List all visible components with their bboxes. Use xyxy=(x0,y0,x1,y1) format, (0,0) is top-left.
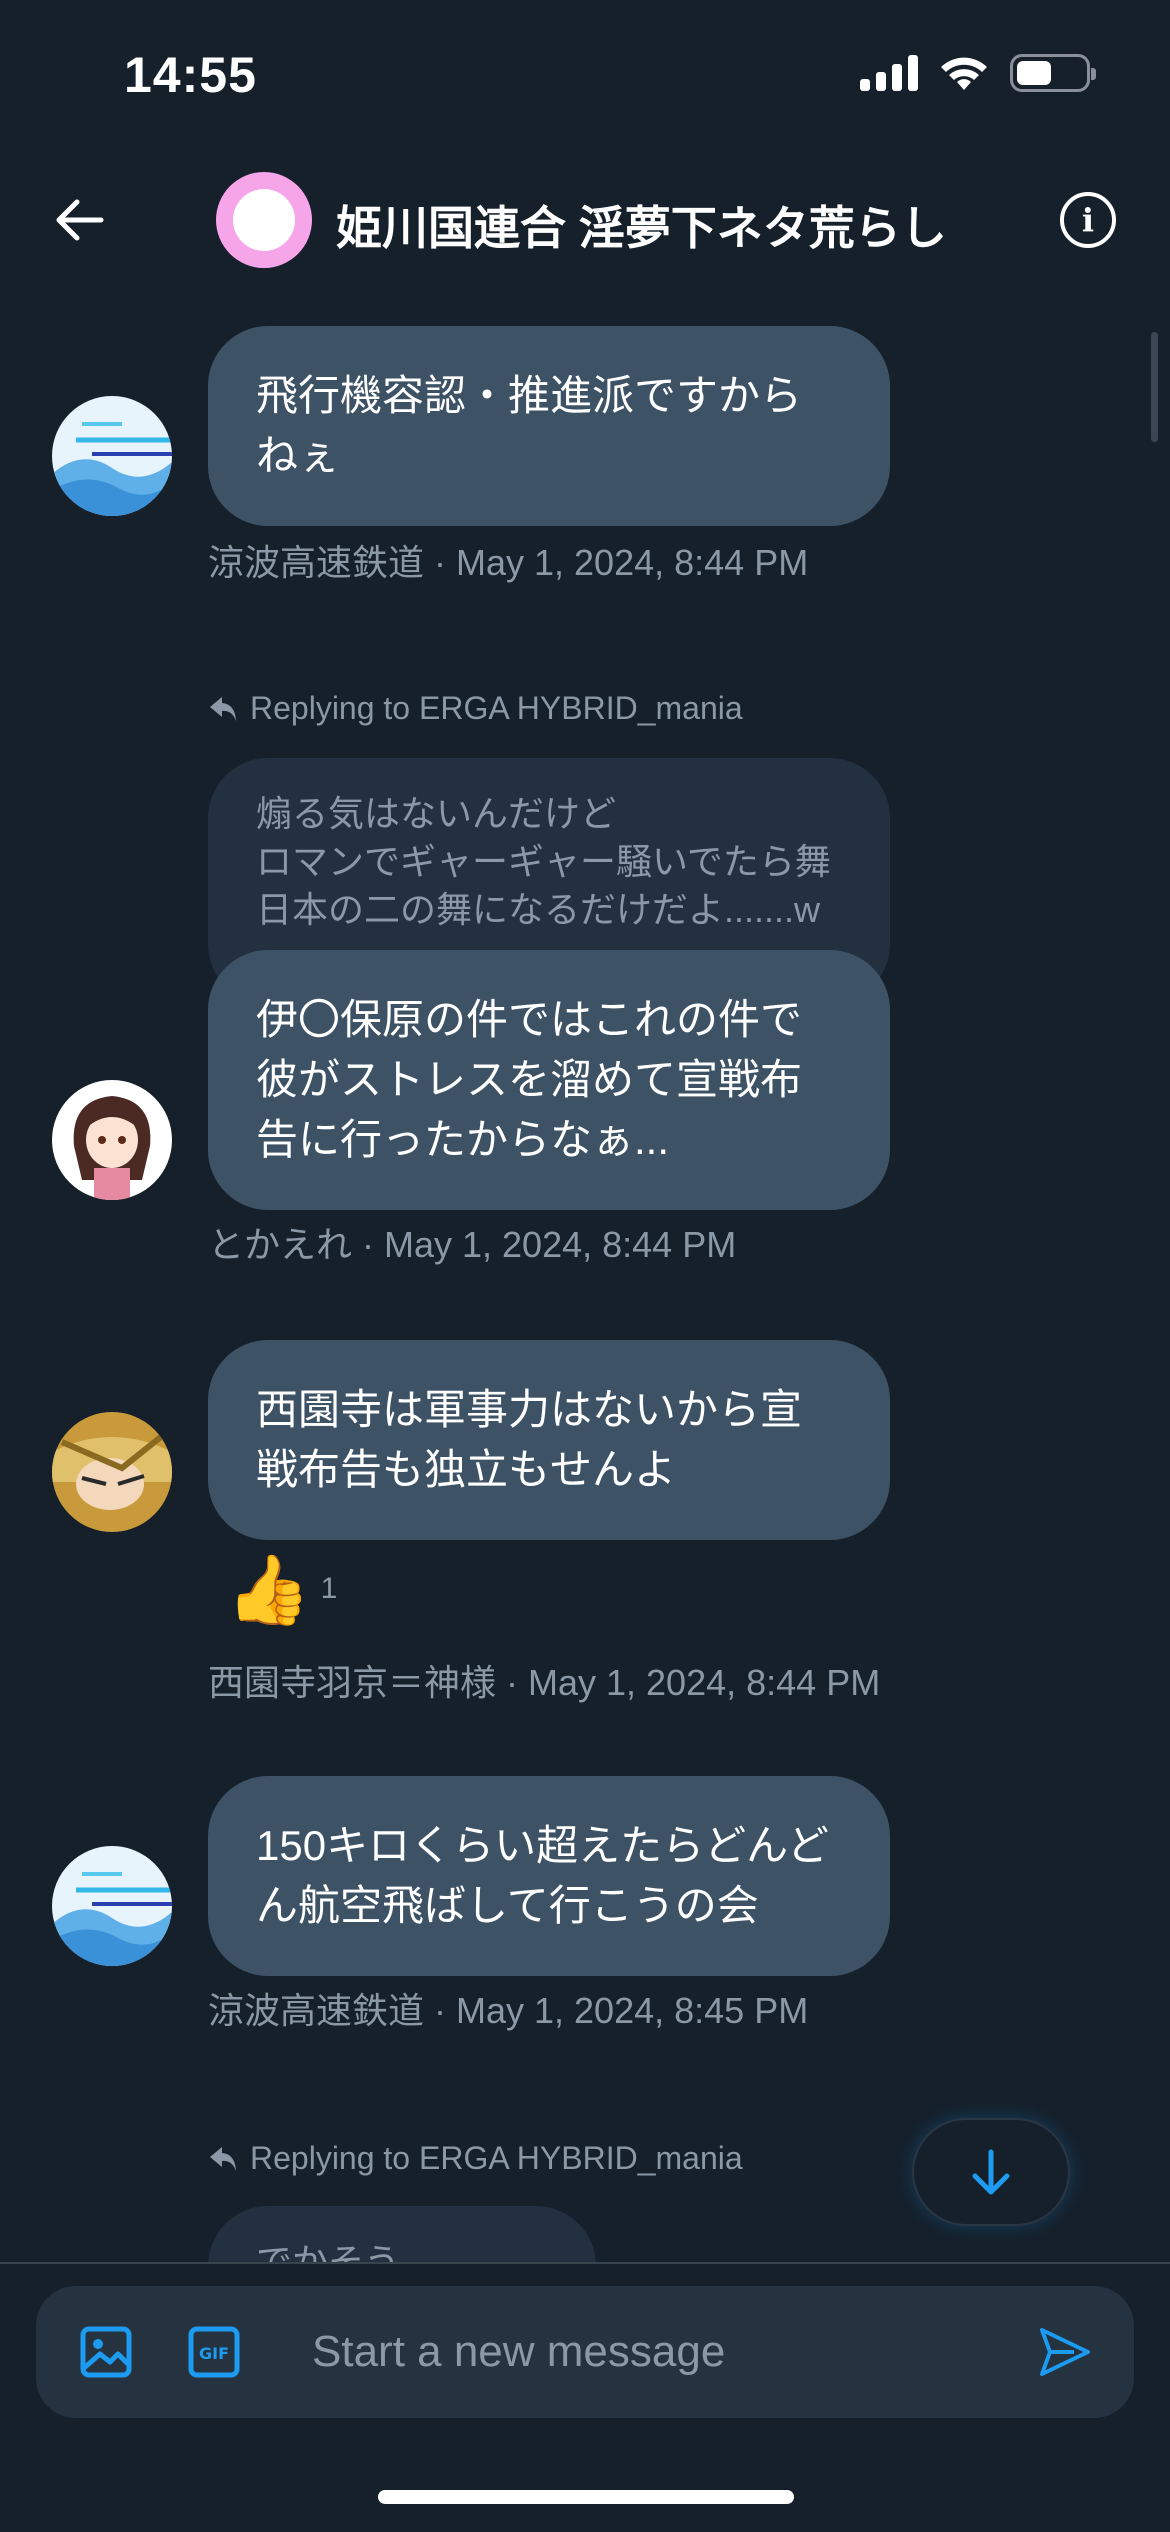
avatar[interactable] xyxy=(52,396,172,516)
cellular-signal-icon xyxy=(860,55,918,91)
message-meta: 涼波高速鉄道 · May 1, 2024, 8:44 PM xyxy=(208,542,809,583)
composer-divider xyxy=(0,2262,1170,2264)
reaction-badge[interactable]: 👍 1 xyxy=(226,1554,337,1626)
arrow-down-icon xyxy=(972,2149,1010,2195)
image-icon xyxy=(80,2326,132,2378)
avatar[interactable] xyxy=(52,1412,172,1532)
conversation-header: 姫川国連合 淫夢下ネタ荒らし i xyxy=(0,150,1170,290)
message-meta: 西園寺羽京＝神様 · May 1, 2024, 8:44 PM xyxy=(208,1662,881,1703)
battery-icon xyxy=(1010,54,1096,92)
reply-arrow-icon xyxy=(210,696,236,721)
message-composer: GIF xyxy=(36,2286,1134,2418)
replying-to-label: Replying to ERGA HYBRID_mania xyxy=(208,690,743,727)
wifi-icon xyxy=(941,57,987,90)
thumbs-up-emoji: 👍 xyxy=(226,1552,311,1628)
message-bubble[interactable]: 飛行機容認・推進派ですから ねぇ xyxy=(208,326,890,526)
message-meta: とかえれ · May 1, 2024, 8:44 PM xyxy=(208,1224,737,1265)
back-button[interactable] xyxy=(50,190,110,250)
message-bubble[interactable]: 150キロくらい超えたらどんど ん航空飛ばして行こうの会 xyxy=(208,1776,890,1976)
avatar[interactable] xyxy=(52,1080,172,1200)
avatar[interactable] xyxy=(52,1846,172,1966)
message-list: 飛行機容認・推進派ですから ねぇ 涼波高速鉄道 · May 1, 2024, 8… xyxy=(0,290,1170,2262)
group-avatar[interactable] xyxy=(216,172,312,268)
gif-button[interactable]: GIF xyxy=(184,2322,244,2387)
send-button[interactable] xyxy=(1034,2322,1094,2387)
image-button[interactable] xyxy=(76,2322,136,2387)
send-icon xyxy=(1040,2328,1090,2376)
message-bubble[interactable]: 伊〇保原の件ではこれの件で 彼がストレスを溜めて宣戦布 告に行ったからなぁ... xyxy=(208,950,890,1210)
replying-to-text: Replying to ERGA HYBRID_mania xyxy=(250,690,743,726)
message-input[interactable] xyxy=(312,2316,1012,2388)
message-meta: 涼波高速鉄道 · May 1, 2024, 8:45 PM xyxy=(208,1990,809,2031)
replying-to-label: Replying to ERGA HYBRID_mania xyxy=(208,2140,743,2177)
status-icons xyxy=(860,54,1096,92)
reaction-count: 1 xyxy=(320,1572,338,1605)
back-arrow-icon xyxy=(56,199,104,241)
reply-arrow-icon xyxy=(210,2146,236,2171)
replying-to-text: Replying to ERGA HYBRID_mania xyxy=(250,2140,743,2176)
status-time: 14:55 xyxy=(124,47,257,103)
home-indicator xyxy=(378,2490,794,2504)
conversation-title[interactable]: 姫川国連合 淫夢下ネタ荒らし xyxy=(336,192,947,258)
gif-icon: GIF xyxy=(188,2326,240,2378)
scroll-to-bottom-button[interactable] xyxy=(912,2118,1070,2226)
message-bubble[interactable]: 西園寺は軍事力はないから宣 戦布告も独立もせんよ xyxy=(208,1340,890,1540)
info-icon[interactable]: i xyxy=(1060,192,1116,248)
svg-text:GIF: GIF xyxy=(199,2344,229,2363)
reply-preview-bubble[interactable]: でかそう xyxy=(208,2206,596,2262)
status-bar: 14:55 xyxy=(0,0,1170,150)
